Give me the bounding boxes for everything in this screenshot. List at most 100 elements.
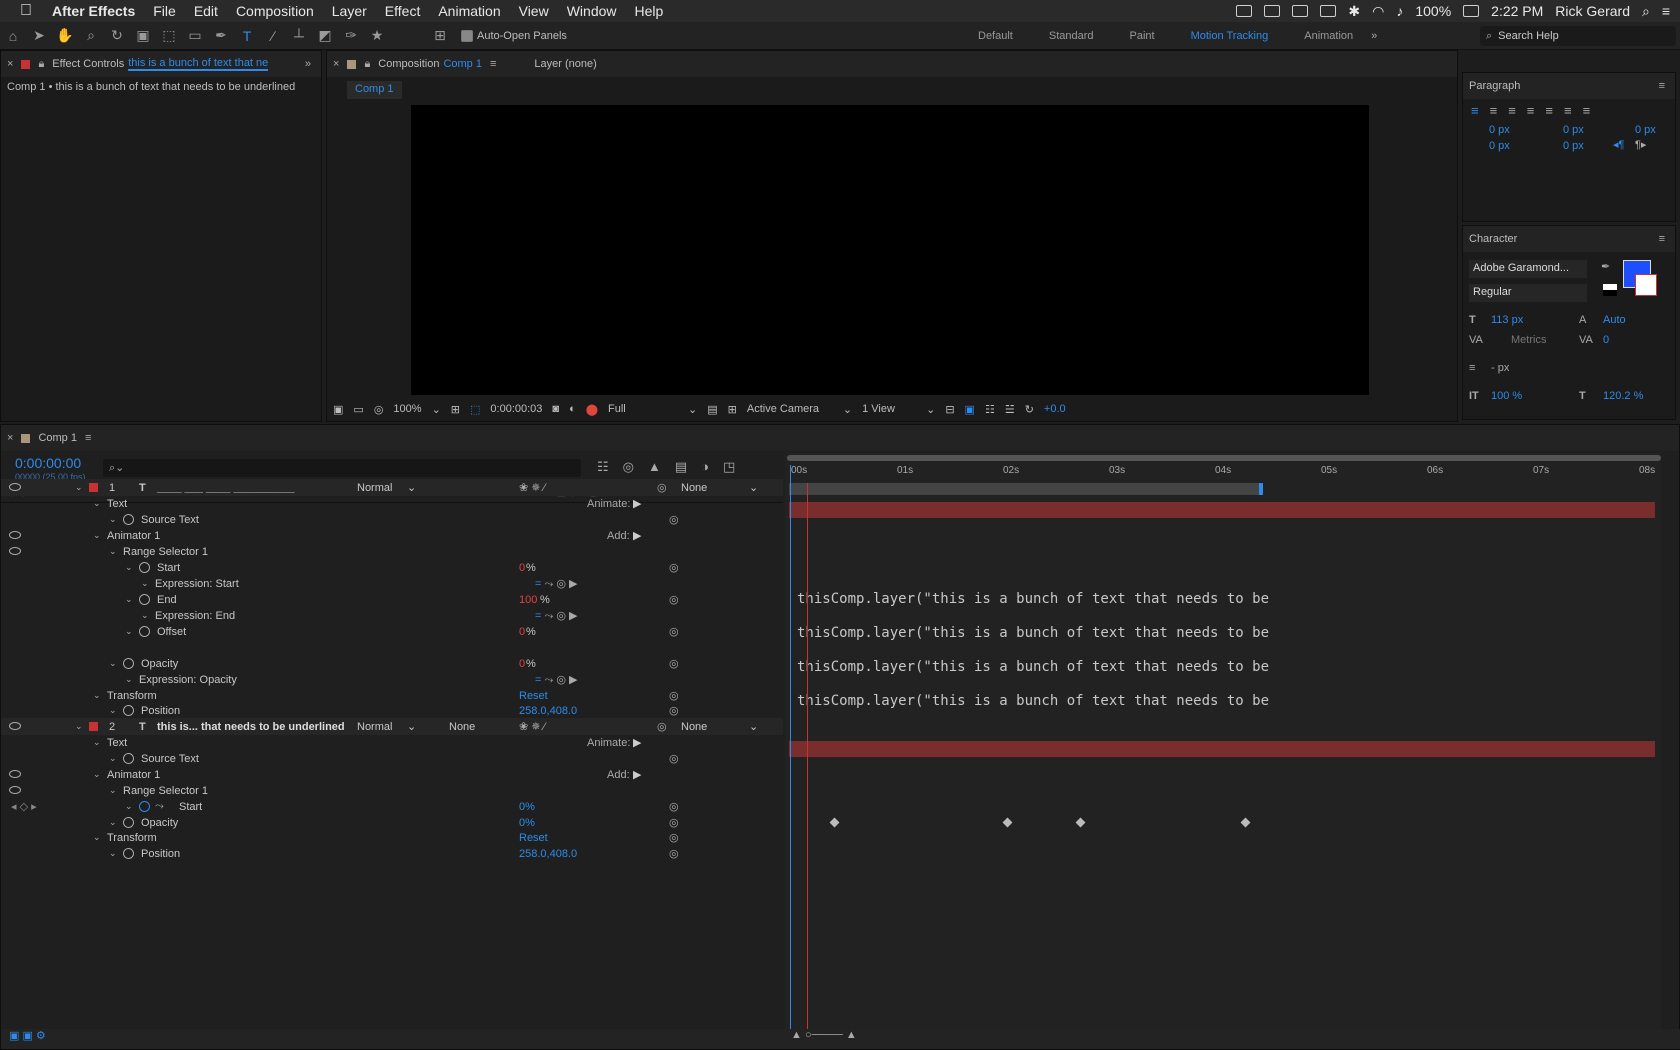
playhead[interactable] [790, 465, 791, 1043]
horizontal-scale-field[interactable]: 120.2 % [1603, 390, 1643, 402]
expand-triangle-icon[interactable]: ⌄ [141, 578, 151, 589]
chevron-down-icon[interactable]: ⌄ [407, 720, 416, 733]
property-row[interactable]: ⌄ Source Text ◎ [1, 511, 783, 528]
lock-icon[interactable]: 🔒︎ [364, 58, 370, 71]
add-menu-label[interactable]: Add: [607, 769, 630, 781]
property-value[interactable]: 258.0,408.0 [519, 848, 577, 860]
property-row[interactable]: ⌄ Range Selector 1 [1, 782, 783, 799]
dropbox-icon[interactable] [1264, 5, 1281, 17]
transparency-grid-icon[interactable]: ⊞ [728, 403, 737, 416]
property-pick-whip-icon[interactable]: ◎ [669, 831, 679, 844]
stopwatch-icon[interactable] [123, 658, 134, 669]
chevron-down-icon[interactable]: ⌄ [407, 481, 416, 494]
workspace-animation[interactable]: Animation [1304, 30, 1353, 42]
zoom-tool-icon[interactable]: ⌕ [81, 27, 101, 45]
menu-view[interactable]: View [519, 3, 549, 19]
menu-layer[interactable]: Layer [332, 3, 367, 19]
keyframe[interactable] [1240, 817, 1251, 828]
stopwatch-icon[interactable] [139, 594, 150, 605]
resolution-select[interactable]: Full [608, 403, 678, 415]
eraser-tool-icon[interactable]: ◩ [315, 27, 335, 45]
justify-last-center-icon[interactable]: ≡ [1545, 103, 1553, 118]
chevron-down-icon[interactable]: ⌄ [749, 720, 758, 733]
wifi-icon[interactable]: ◠ [1372, 3, 1384, 20]
add-arrow-icon[interactable]: ▶ [633, 768, 641, 781]
menu-window[interactable]: Window [567, 3, 617, 19]
indent-right-field[interactable]: 0 px [1635, 124, 1656, 136]
workspace-standard[interactable]: Standard [1049, 30, 1094, 42]
property-row[interactable]: ⌄ Position 258.0,408.0 ◎ [1, 702, 783, 719]
stopwatch-icon[interactable] [139, 626, 150, 637]
toggle-pixel-aspect-icon[interactable]: ⊟ [945, 403, 954, 416]
property-row[interactable]: ⌄ Expression: End = ⤳ ◎ ▶ [1, 607, 783, 624]
mask-icon[interactable]: ◎ [374, 403, 384, 416]
always-preview-icon[interactable]: ▣ [333, 403, 343, 416]
stroke-color-swatch[interactable] [1635, 274, 1657, 296]
composition-tab-label[interactable]: Composition [378, 58, 439, 70]
expand-triangle-icon[interactable]: ⌄ [109, 753, 119, 764]
more-workspaces-icon[interactable]: » [1371, 30, 1377, 42]
zoom-slider[interactable]: ▲ ○──── ▲ [791, 1029, 857, 1041]
property-value[interactable]: 0 [519, 562, 525, 574]
property-row[interactable]: ⌄ End 100% ◎ [1, 591, 783, 608]
fast-preview-icon[interactable]: ▤ [707, 403, 717, 416]
menu-animation[interactable]: Animation [438, 3, 500, 19]
panel-menu-icon[interactable]: ≡ [1659, 233, 1665, 245]
property-pick-whip-icon[interactable]: ◎ [669, 513, 679, 526]
property-value[interactable]: 0% [519, 817, 535, 829]
property-row[interactable]: ⌄ ⤳ ◂ ◇ ▸ Start 0% ◎ [1, 798, 783, 815]
panel-menu-icon[interactable]: ≡ [1659, 80, 1665, 92]
snapshot-icon[interactable]: ◙ [552, 403, 559, 415]
add-menu-label[interactable]: Add: [607, 530, 630, 542]
justify-last-right-icon[interactable]: ≡ [1564, 103, 1572, 118]
selection-tool-icon[interactable]: ➤ [29, 27, 49, 45]
auto-open-checkbox[interactable] [461, 29, 473, 42]
workspace-motion-tracking[interactable]: Motion Tracking [1191, 30, 1269, 42]
expand-triangle-icon[interactable]: ⌄ [109, 658, 119, 669]
chevron-down-icon[interactable]: ⌄ [749, 481, 758, 494]
trkmat-select[interactable]: None [449, 721, 475, 733]
layer-row[interactable]: ⌄ 2 Tthis is... that needs to be underline… [1, 718, 783, 735]
chevron-down-icon[interactable]: ⌄ [843, 403, 852, 416]
expand-triangle-icon[interactable]: ⌄ [125, 594, 135, 605]
viewer-timecode[interactable]: 0:00:00:03 [490, 403, 542, 415]
align-left-icon[interactable]: ≡ [1471, 103, 1479, 118]
pan-behind-tool-icon[interactable]: ⬚ [159, 27, 179, 45]
zoom-select[interactable]: 100% [393, 403, 421, 415]
stopwatch-icon[interactable] [139, 562, 150, 573]
property-row[interactable]: ⌄ Animator 1 Add: ▶ [1, 766, 783, 783]
justify-last-left-icon[interactable]: ≡ [1527, 103, 1535, 118]
type-tool-icon[interactable]: T [237, 27, 257, 45]
add-arrow-icon[interactable]: ▶ [633, 497, 641, 510]
switches[interactable]: ❀ ✵ ∕ [519, 720, 545, 733]
stopwatch-icon[interactable] [123, 817, 134, 828]
property-row[interactable]: ⌄ Range Selector 1 [1, 543, 783, 560]
camera-select[interactable]: Active Camera [747, 403, 833, 415]
property-pick-whip-icon[interactable]: ◎ [669, 816, 679, 829]
brush-tool-icon[interactable]: ∕ [263, 27, 283, 45]
screen-record-icon[interactable] [1236, 5, 1253, 17]
layer-row[interactable]: ⌄ 1 T ____ ___ ____ __________ Normal ⌄ ❀ ✵ ∕ ◎… [1, 479, 783, 496]
property-row[interactable]: ⌄ Expression: Opacity = ⤳ ◎ ▶ [1, 671, 783, 688]
ruler[interactable]: 00s 01s 02s 03s 04s 05s 06s 07s 08s [785, 465, 1661, 481]
pen-tool-icon[interactable]: ✒ [211, 27, 231, 45]
volume-icon[interactable]: ♪ [1396, 3, 1403, 19]
tracking-field[interactable]: 0 [1603, 334, 1609, 346]
add-arrow-icon[interactable]: ▶ [633, 529, 641, 542]
visibility-icon[interactable] [9, 547, 21, 555]
expression-controls[interactable]: = ⤳ ◎ ▶ [535, 577, 577, 591]
comp-viewer[interactable] [411, 105, 1369, 395]
property-row[interactable]: ⌄ Expression: Start = ⤳ ◎ ▶ [1, 575, 783, 592]
fit-icon[interactable]: ⊞ [451, 403, 460, 416]
layer-2-bar[interactable] [789, 741, 1655, 757]
rectangle-tool-icon[interactable]: ▭ [185, 27, 205, 45]
flowchart-icon[interactable]: ☷ [985, 403, 995, 416]
add-menu-label[interactable]: Animate: [587, 737, 630, 749]
property-value[interactable]: 258.0,408.0 [519, 705, 577, 717]
workspace-default[interactable]: Default [978, 30, 1013, 42]
chevron-down-icon[interactable]: ⌄ [926, 403, 935, 416]
layer-label-color[interactable] [89, 483, 98, 492]
lock-icon[interactable]: 🔒︎ [38, 58, 44, 71]
expand-triangle-icon[interactable]: ⌄ [125, 562, 135, 573]
creative-cloud-icon[interactable] [1292, 5, 1309, 17]
